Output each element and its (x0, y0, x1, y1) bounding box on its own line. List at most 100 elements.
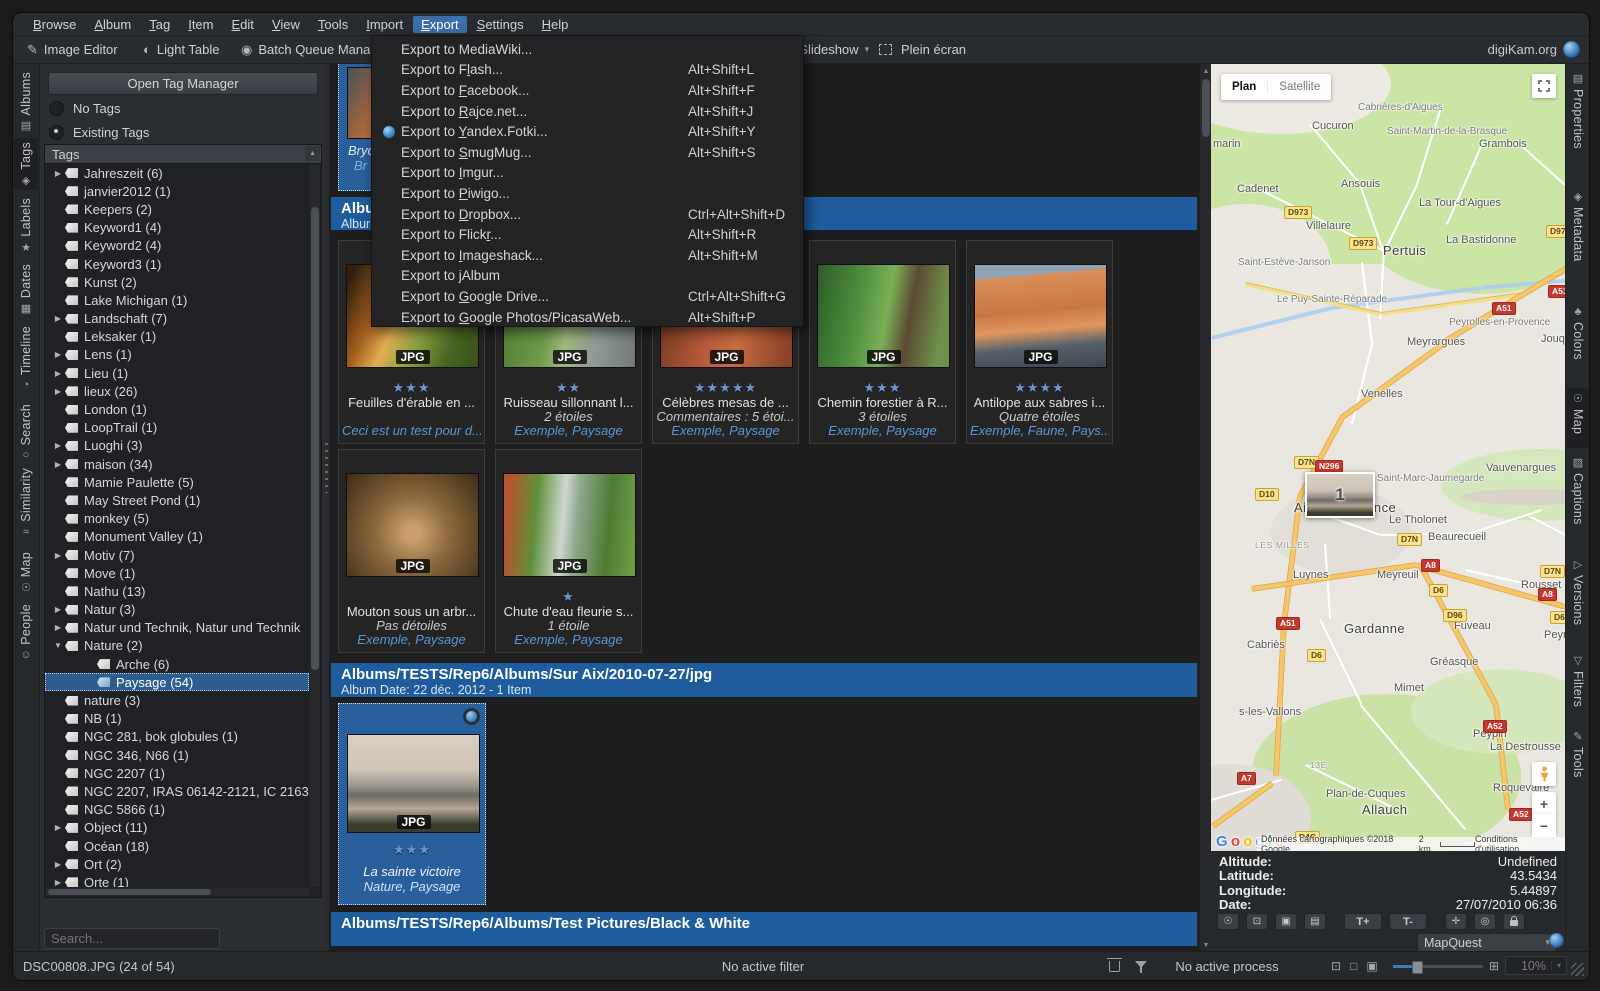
export-menu-item[interactable]: Export to Google Photos/PicasaWeb... Alt… (372, 307, 803, 328)
provider-globe-icon[interactable] (1549, 933, 1564, 948)
right-sidebar-tab[interactable]: ☉ Map (1567, 388, 1589, 448)
photo-marker[interactable]: 1 (1305, 472, 1375, 518)
menu-item[interactable]: Edit (223, 16, 261, 33)
left-sidebar-tab[interactable]: People ☺ (14, 600, 38, 661)
expander-icon[interactable]: ▶ (51, 350, 65, 359)
left-sidebar-tab[interactable]: Map ☉ (14, 548, 38, 596)
tag-row[interactable]: ▶ Motiv (7) (45, 546, 309, 564)
export-menu-item[interactable]: Export to Flickr... Alt+Shift+R (372, 224, 803, 245)
export-menu-item[interactable]: Export to Yandex.Fotki... Alt+Shift+Y (372, 121, 803, 142)
toolbar-button[interactable]: Plein écran (895, 36, 972, 63)
tag-row[interactable]: janvier2012 (1) (45, 182, 309, 200)
search-input[interactable] (44, 928, 220, 949)
expander-icon[interactable]: ▶ (51, 551, 65, 560)
rating-stars[interactable]: ★★★ (810, 380, 955, 395)
tag-row[interactable]: monkey (5) (45, 510, 309, 528)
map-fullscreen-button[interactable] (1532, 74, 1556, 98)
tag-row[interactable]: ▶ Landschaft (7) (45, 310, 309, 328)
splitter-handle[interactable] (325, 443, 328, 493)
tag-row[interactable]: London (1) (45, 400, 309, 418)
open-tag-manager-button[interactable]: Open Tag Manager (48, 72, 318, 95)
tag-row[interactable]: ▶ lieux (26) (45, 382, 309, 400)
tag-row[interactable]: ▶ Jahreszeit (6) (45, 164, 309, 182)
tag-row[interactable]: Lake Michigan (1) (45, 291, 309, 309)
no-tags-radio[interactable]: No Tags (49, 100, 120, 116)
map-toolbar-button[interactable]: ◎ (1474, 913, 1496, 930)
tag-row[interactable]: Océan (18) (45, 837, 309, 855)
menu-item[interactable]: Export (413, 15, 467, 33)
terms-link[interactable]: Conditions d'utilisation (1475, 834, 1561, 851)
expander-icon[interactable]: ▶ (51, 460, 65, 469)
tag-row[interactable]: ▶ Luoghi (3) (45, 437, 309, 455)
export-menu-item[interactable]: Export to Imgur... (372, 163, 803, 184)
menu-item[interactable]: Item (180, 16, 221, 33)
left-sidebar-tab[interactable]: Search ○ (14, 400, 38, 461)
tag-row[interactable]: Arche (6) (45, 655, 309, 673)
rating-stars[interactable]: ★★ (496, 380, 641, 395)
right-sidebar-tab[interactable]: ▨ Captions (1567, 452, 1589, 550)
tag-row[interactable]: Keyword1 (4) (45, 219, 309, 237)
tag-row[interactable]: NB (1) (45, 710, 309, 728)
left-sidebar-tab[interactable]: Dates ▦ (14, 260, 38, 318)
tag-row[interactable]: NGC 281, bok globules (1) (45, 728, 309, 746)
map-view[interactable]: Cabrières-d'Aigues Cucuron Saint-Martin-… (1211, 64, 1565, 851)
thumbnail-card[interactable]: JPG ★ Chute d'eau fleurie s... 1 étoile … (495, 449, 642, 653)
export-menu-item[interactable]: Export to Imageshack... Alt+Shift+M (372, 245, 803, 266)
map-provider-select[interactable]: MapQuest ▾ (1417, 933, 1557, 952)
export-menu-item[interactable]: Export to jAlbum (372, 266, 803, 287)
thumbnail-card[interactable]: JPG ★★★★ Antilope aux sabres i... Quatre… (966, 240, 1113, 444)
zoom-percent-select[interactable]: 10% ▾ (1505, 956, 1567, 975)
tag-row[interactable]: LoopTrail (1) (45, 419, 309, 437)
tag-row[interactable]: NGC 2207, IRAS 06142-2121, IC 2163 (45, 782, 309, 800)
view-mode-icon[interactable]: ▣ (1366, 959, 1377, 973)
export-menu-item[interactable]: Export to MediaWiki... (372, 39, 803, 60)
export-menu-item[interactable]: Export to Rajce.net... Alt+Shift+J (372, 101, 803, 122)
right-sidebar-tab[interactable]: ▤ Properties (1567, 68, 1589, 182)
scrollbar-thumb[interactable] (1202, 79, 1210, 137)
thumbnail-card[interactable]: JPG ★★★ Chemin forestier à R... 3 étoile… (809, 240, 956, 444)
slider-knob[interactable] (1412, 961, 1423, 974)
export-menu-item[interactable]: Export to Piwigo... (372, 183, 803, 204)
existing-tags-radio[interactable]: Existing Tags (49, 124, 149, 140)
zoom-in-button[interactable]: + (1532, 792, 1556, 816)
tag-row[interactable]: ▶ Lens (1) (45, 346, 309, 364)
tag-row[interactable]: ▶ Natur und Technik, Natur und Technik (45, 619, 309, 637)
view-mode-icon[interactable]: □ (1350, 959, 1357, 973)
tag-row[interactable]: NGC 2207 (1) (45, 764, 309, 782)
map-toolbar-button[interactable]: ⊡ (1246, 913, 1268, 930)
view-mode-icon[interactable]: ⊡ (1331, 959, 1341, 973)
fit-window-icon[interactable]: ⊞ (1489, 959, 1499, 973)
expander-icon[interactable]: ▶ (51, 605, 65, 614)
tree-horizontal-scrollbar[interactable] (46, 888, 309, 896)
menu-item[interactable]: Browse (25, 16, 84, 33)
tag-row[interactable]: ▶ Lieu (1) (45, 364, 309, 382)
tag-row[interactable]: Keyword3 (1) (45, 255, 309, 273)
tag-row[interactable]: Mamie Paulette (5) (45, 473, 309, 491)
tag-row[interactable]: May Street Pond (1) (45, 491, 309, 509)
rating-stars[interactable]: ★★★ (339, 380, 484, 395)
tag-row[interactable]: ▶ Orte (1) (45, 873, 309, 887)
tag-row[interactable]: nature (3) (45, 691, 309, 709)
export-menu-item[interactable]: Export to Dropbox... Ctrl+Alt+Shift+D (372, 204, 803, 225)
scroll-up-icon[interactable]: ▲ (305, 146, 320, 161)
menu-item[interactable]: Settings (469, 16, 532, 33)
map-toolbar-button[interactable]: ☉ (1217, 913, 1239, 930)
rating-stars[interactable]: ★★★ (339, 842, 485, 857)
export-menu-item[interactable]: Export to Facebook... Alt+Shift+F (372, 80, 803, 101)
tag-row[interactable]: NGC 346, N66 (1) (45, 746, 309, 764)
left-sidebar-tab[interactable]: Timeline ◔ (14, 322, 38, 396)
map-type-satellite-button[interactable]: Satellite (1267, 81, 1331, 93)
expander-icon[interactable]: ▼ (51, 641, 65, 650)
lock-button[interactable] (1503, 913, 1525, 930)
resize-grip[interactable] (1571, 963, 1584, 976)
tag-row[interactable]: ▼ Nature (2) (45, 637, 309, 655)
expander-icon[interactable]: ▶ (51, 369, 65, 378)
tag-row[interactable]: Move (1) (45, 564, 309, 582)
tag-row[interactable]: ▶ maison (34) (45, 455, 309, 473)
tag-row[interactable]: Paysage (54) (45, 673, 309, 692)
right-sidebar-tab[interactable]: ✎ Tools (1567, 726, 1589, 790)
left-sidebar-tab[interactable]: Albums ▤ (14, 68, 38, 134)
expander-icon[interactable]: ▶ (51, 823, 65, 832)
selected-thumbnail-card[interactable]: JPG ★★★ La sainte victoire Nature, Paysa… (338, 703, 486, 905)
expander-icon[interactable]: ▶ (51, 860, 65, 869)
